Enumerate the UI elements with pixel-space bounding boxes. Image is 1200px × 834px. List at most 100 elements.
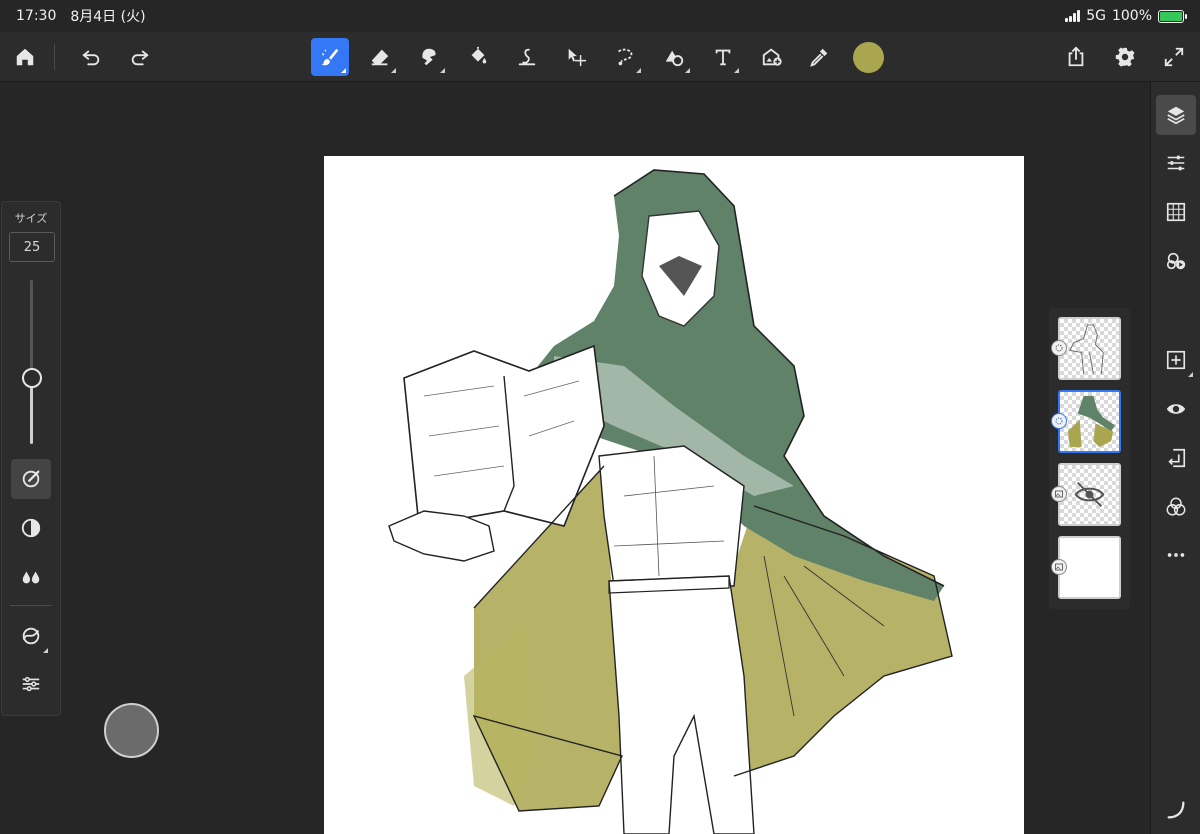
add-layer-icon xyxy=(1166,350,1186,370)
tool-options-indicator xyxy=(391,68,396,73)
fill-icon xyxy=(471,46,487,64)
layers-icon xyxy=(1167,106,1185,125)
layers-button[interactable] xyxy=(1156,95,1196,135)
fullscreen-button[interactable] xyxy=(1155,38,1193,76)
share-button[interactable] xyxy=(1057,38,1095,76)
text-icon xyxy=(715,49,731,66)
status-time: 17:30 xyxy=(16,8,57,24)
eyedropper-tool-button[interactable] xyxy=(800,38,838,76)
lineart-thumbnail xyxy=(1069,324,1104,375)
hidden-eye-icon xyxy=(1074,482,1105,507)
layer-type-badge xyxy=(1051,340,1067,356)
visibility-icon xyxy=(1166,404,1186,414)
layers-panel xyxy=(1049,308,1130,609)
stabilizer-icon xyxy=(22,627,40,645)
settings-icon xyxy=(1115,47,1135,67)
more-options-button[interactable] xyxy=(1156,535,1196,575)
brush-settings-panel: サイズ 25 xyxy=(1,201,61,716)
opacity-icon xyxy=(21,518,41,538)
size-slider-fill xyxy=(30,378,33,444)
undo-button[interactable] xyxy=(72,38,110,76)
water-drops-icon xyxy=(22,571,40,584)
adjustments-button[interactable] xyxy=(1156,143,1196,183)
size-value-field[interactable]: 25 xyxy=(9,232,55,262)
place-image-button[interactable] xyxy=(753,38,791,76)
share-icon xyxy=(1068,46,1084,67)
add-layer-button[interactable] xyxy=(1156,340,1196,380)
redo-button[interactable] xyxy=(121,38,159,76)
selection-tool-button[interactable] xyxy=(606,38,644,76)
fill-tool-button[interactable] xyxy=(459,38,497,76)
status-date: 8月4日 (火) xyxy=(70,9,146,25)
signal-icon xyxy=(1065,10,1081,22)
redo-icon xyxy=(131,50,149,66)
curve-tool-button[interactable] xyxy=(1156,790,1196,830)
size-label: サイズ xyxy=(14,212,48,225)
flow-button[interactable] xyxy=(11,557,51,597)
merge-down-icon xyxy=(1168,448,1186,468)
eraser-icon xyxy=(371,49,389,66)
home-icon xyxy=(16,48,34,66)
image-layer-icon xyxy=(1055,490,1063,498)
battery-icon xyxy=(1158,9,1187,23)
battery-percent: 100% xyxy=(1111,8,1152,24)
brush-options-button[interactable] xyxy=(11,664,51,704)
liquify-icon xyxy=(518,48,536,66)
size-slider-thumb[interactable] xyxy=(22,368,42,389)
image-layer-icon xyxy=(1055,563,1063,571)
pressure-brush-icon xyxy=(22,470,40,488)
tool-options-indicator xyxy=(341,68,346,73)
layer-thumbnail-color[interactable] xyxy=(1058,390,1121,453)
network-type: 5G xyxy=(1086,8,1106,24)
adjustments-icon xyxy=(1167,155,1185,171)
fx-button[interactable] xyxy=(1156,241,1196,281)
blend-mode-button[interactable] xyxy=(1156,487,1196,527)
layer-thumbnail-hidden[interactable] xyxy=(1058,463,1121,526)
home-button[interactable] xyxy=(6,38,44,76)
transform-icon xyxy=(568,48,587,67)
layer-thumbnail-lineart[interactable] xyxy=(1058,317,1121,380)
smudge-icon xyxy=(422,48,436,66)
layer-thumbnail-background[interactable] xyxy=(1058,536,1121,599)
artwork-illustration xyxy=(388,169,953,834)
toolbar-divider xyxy=(54,44,55,70)
status-bar: 17:30 8月4日 (火) 5G 100% xyxy=(0,0,1200,32)
smudge-tool-button[interactable] xyxy=(410,38,448,76)
curve-icon xyxy=(1167,801,1185,819)
place-image-icon xyxy=(762,48,782,66)
status-indicators: 5G 100% xyxy=(1065,8,1187,24)
more-icon xyxy=(1167,553,1185,557)
color-layer-thumbnail xyxy=(1067,395,1116,448)
brush-icon xyxy=(321,48,339,66)
layer-type-badge xyxy=(1051,486,1067,502)
transform-tool-button[interactable] xyxy=(557,38,595,76)
fx-icon xyxy=(1166,252,1186,270)
selection-icon xyxy=(618,48,633,66)
panel-divider xyxy=(10,605,52,606)
color-picker-swatch[interactable] xyxy=(853,42,884,73)
brush-settings-button[interactable] xyxy=(11,459,51,499)
shape-icon xyxy=(665,50,684,67)
brush-layer-icon xyxy=(1055,417,1063,425)
stabilizer-button[interactable] xyxy=(11,616,51,656)
grid-button[interactable] xyxy=(1156,192,1196,232)
layer-type-badge xyxy=(1051,559,1067,575)
quick-tool-button[interactable] xyxy=(104,703,159,758)
eraser-tool-button[interactable] xyxy=(361,38,399,76)
visibility-button[interactable] xyxy=(1156,389,1196,429)
liquify-tool-button[interactable] xyxy=(508,38,546,76)
brush-tool-button[interactable] xyxy=(311,38,349,76)
tool-options-indicator xyxy=(636,68,641,73)
blend-icon xyxy=(1166,497,1186,516)
drawing-canvas[interactable] xyxy=(324,156,1024,834)
merge-down-button[interactable] xyxy=(1156,438,1196,478)
layer-type-badge xyxy=(1051,413,1067,429)
opacity-button[interactable] xyxy=(11,508,51,548)
right-sidebar xyxy=(1150,82,1200,834)
top-toolbar xyxy=(0,32,1200,82)
shape-tool-button[interactable] xyxy=(655,38,693,76)
tool-options-indicator xyxy=(734,68,739,73)
text-tool-button[interactable] xyxy=(704,38,742,76)
undo-icon xyxy=(82,50,100,66)
settings-button[interactable] xyxy=(1106,38,1144,76)
